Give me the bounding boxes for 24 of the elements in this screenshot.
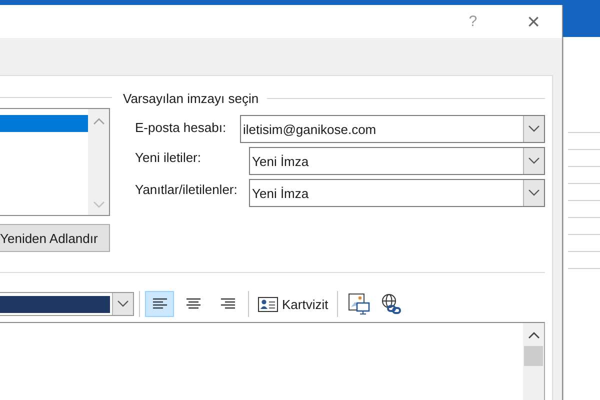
scrollbar-thumb[interactable]: [524, 346, 543, 366]
scroll-up-icon[interactable]: [528, 331, 540, 339]
globe-link-icon[interactable]: [380, 293, 402, 315]
contact-card-icon: [258, 296, 278, 312]
font-color-dropdown[interactable]: [0, 292, 134, 316]
dropdown[interactable]: iletisim@ganikose.com: [240, 115, 545, 143]
field-label: Yanıtlar/iletilenler:: [134, 181, 238, 197]
business-card-button[interactable]: Kartvizit: [254, 291, 332, 317]
field-label: E-posta hesabı:: [134, 119, 228, 135]
group-title: Varsayılan imzayı seçin: [123, 90, 259, 106]
chevron-down-icon: [528, 157, 540, 165]
chevron-down-icon: [528, 125, 540, 133]
field-label: Yeni iletiler:: [134, 149, 202, 165]
close-button[interactable]: ×: [527, 10, 540, 32]
align-right-icon: [220, 298, 236, 310]
align-center-icon: [186, 298, 202, 310]
chevron-down-icon: [117, 300, 129, 308]
rename-button[interactable]: Yeniden Adlandır: [0, 224, 110, 252]
align-left-icon: [152, 298, 168, 310]
align-left-button[interactable]: [145, 291, 174, 317]
dropdown[interactable]: Yeni İmza: [249, 147, 545, 175]
dropdown[interactable]: Yeni İmza: [249, 179, 545, 207]
picture-icon[interactable]: [348, 293, 370, 315]
chevron-down-icon: [528, 189, 540, 197]
